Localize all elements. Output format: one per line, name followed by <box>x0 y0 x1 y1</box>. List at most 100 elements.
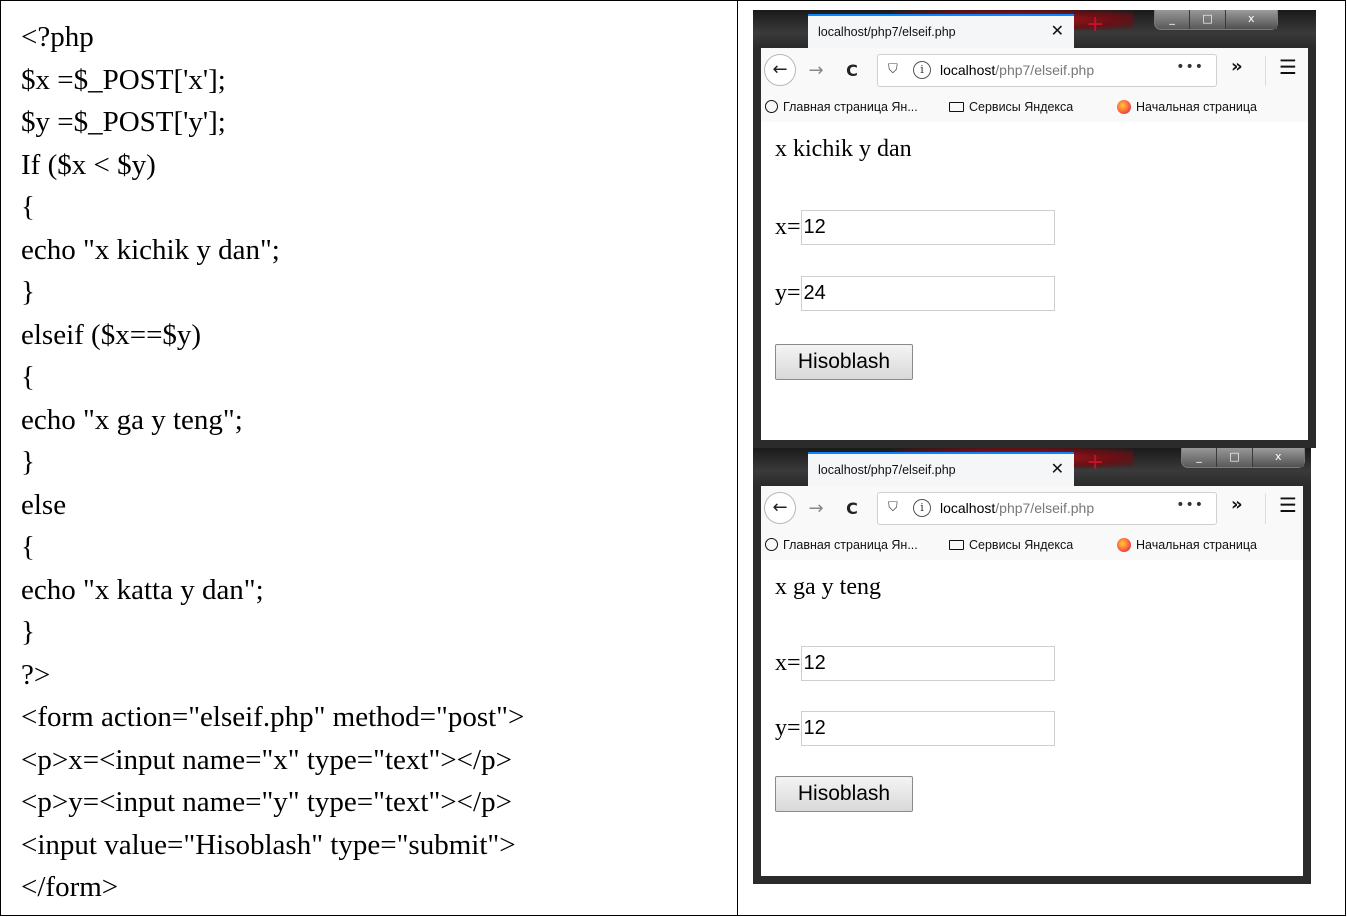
page-actions-icon[interactable]: ••• <box>1176 497 1204 513</box>
new-tab-icon[interactable]: + <box>1086 14 1104 36</box>
bookmark-yandex-home[interactable]: Главная страница Ян... <box>765 538 918 552</box>
code-line: echo "x kichik y dan"; <box>21 233 280 266</box>
info-icon[interactable]: i <box>913 61 931 79</box>
code-line: elseif ($x==$y) <box>21 318 202 351</box>
hisoblash-button[interactable]: Hisoblash <box>775 344 913 380</box>
bookmark-yandex-services[interactable]: Сервисы Яндекса <box>949 538 1073 552</box>
bookmark-label: Сервисы Яндекса <box>969 538 1074 552</box>
firefox-icon <box>1117 538 1131 552</box>
x-label: x= <box>775 650 801 676</box>
address-bar[interactable]: ⛉ i localhost/php7/elseif.php ••• <box>877 54 1217 87</box>
url-host: localhost <box>940 500 996 516</box>
code-line: $y =$_POST['y']; <box>21 106 226 138</box>
maximize-icon[interactable]: □ <box>1217 448 1253 467</box>
code-line: echo "x ga y teng"; <box>21 403 243 436</box>
browser-window-2: localhost/php7/elseif.php ✕ + _ □ x ← → … <box>753 448 1311 884</box>
bookmark-label: Начальная страница <box>1136 538 1257 552</box>
navigation-bar: ← → C ⛉ i localhost/php7/elseif.php ••• … <box>761 48 1308 95</box>
url-text: localhost/php7/elseif.php <box>940 62 1094 78</box>
bookmark-label: Главная страница Ян... <box>783 100 918 114</box>
url-text: localhost/php7/elseif.php <box>940 500 1094 516</box>
bookmark-yandex-home[interactable]: Главная страница Ян... <box>765 100 918 114</box>
hamburger-menu-icon[interactable]: ☰ <box>1279 493 1297 517</box>
back-arrow-icon[interactable]: ← <box>764 492 796 524</box>
overflow-chevron-icon[interactable]: » <box>1231 494 1243 515</box>
y-input[interactable]: 12 <box>800 711 1055 746</box>
code-line: } <box>21 616 35 648</box>
y-field-row: y= 12 <box>775 711 1055 746</box>
code-line: { <box>21 191 35 223</box>
y-label: y= <box>775 715 801 741</box>
shield-icon[interactable]: ⛉ <box>888 500 898 515</box>
page-content: x kichik y dan x= 12 y= 24 Hisoblash <box>761 122 1308 440</box>
page-actions-icon[interactable]: ••• <box>1176 59 1204 75</box>
url-path: /php7/elseif.php <box>995 62 1095 78</box>
close-window-icon[interactable]: x <box>1225 10 1277 29</box>
minimize-icon[interactable]: _ <box>1182 448 1218 467</box>
y-label: y= <box>775 280 801 306</box>
php-code-listing: <?php $x =$_POST['x']; $y =$_POST['y']; If … <box>21 16 731 909</box>
overflow-chevron-icon[interactable]: » <box>1231 56 1243 77</box>
toolbar-separator <box>1265 494 1266 524</box>
code-line: </form> <box>21 871 119 903</box>
browser-window-1: localhost/php7/elseif.php ✕ + _ □ x ← → … <box>753 10 1316 448</box>
page-content: x ga y teng x= 12 y= 12 Hisoblash <box>761 560 1303 876</box>
minimize-icon[interactable]: _ <box>1155 10 1191 29</box>
bookmark-label: Начальная страница <box>1136 100 1257 114</box>
code-line: <input value="Hisoblash" type="submit"> <box>21 828 516 861</box>
bookmark-start-page[interactable]: Начальная страница <box>1117 538 1257 552</box>
window-controls: _ □ x <box>1181 448 1305 468</box>
reload-icon[interactable]: C <box>837 494 867 524</box>
new-tab-icon[interactable]: + <box>1086 452 1104 474</box>
bookmarks-toolbar: Главная страница Ян... Сервисы Яндекса Н… <box>761 532 1303 561</box>
bookmark-label: Сервисы Яндекса <box>969 100 1074 114</box>
url-path: /php7/elseif.php <box>995 500 1095 516</box>
info-icon[interactable]: i <box>913 499 931 517</box>
browser-tab[interactable]: localhost/php7/elseif.php ✕ <box>808 452 1074 486</box>
title-bar: localhost/php7/elseif.php ✕ + _ □ x <box>753 448 1311 486</box>
code-line: { <box>21 531 35 563</box>
x-input[interactable]: 12 <box>800 210 1055 245</box>
bookmark-start-page[interactable]: Начальная страница <box>1117 100 1257 114</box>
x-input[interactable]: 12 <box>800 646 1055 681</box>
shield-icon[interactable]: ⛉ <box>888 62 898 77</box>
code-line: { <box>21 361 35 393</box>
forward-arrow-icon[interactable]: → <box>801 494 831 524</box>
reload-icon[interactable]: C <box>837 56 867 86</box>
code-line: } <box>21 446 35 478</box>
hamburger-menu-icon[interactable]: ☰ <box>1279 55 1297 79</box>
tab-close-icon[interactable]: ✕ <box>1051 459 1064 478</box>
bookmark-label: Главная страница Ян... <box>783 538 918 552</box>
bookmarks-toolbar: Главная страница Ян... Сервисы Яндекса Н… <box>761 94 1308 123</box>
hisoblash-button[interactable]: Hisoblash <box>775 776 913 812</box>
maximize-icon[interactable]: □ <box>1190 10 1226 29</box>
column-divider <box>737 0 738 916</box>
window-controls: _ □ x <box>1154 10 1278 30</box>
address-bar[interactable]: ⛉ i localhost/php7/elseif.php ••• <box>877 492 1217 525</box>
result-message: x ga y teng <box>775 574 881 600</box>
browser-tab[interactable]: localhost/php7/elseif.php ✕ <box>808 14 1074 48</box>
navigation-bar: ← → C ⛉ i localhost/php7/elseif.php ••• … <box>761 486 1303 533</box>
code-line: echo "x katta y dan"; <box>21 573 264 606</box>
folder-icon <box>949 540 964 550</box>
url-host: localhost <box>940 62 996 78</box>
code-line: else <box>21 488 67 521</box>
code-line: <p>x=<input name="x" type="text"></p> <box>21 743 512 776</box>
code-line: <p>y=<input name="y" type="text"></p> <box>21 786 512 818</box>
back-arrow-icon[interactable]: ← <box>764 54 796 86</box>
tab-close-icon[interactable]: ✕ <box>1051 21 1064 40</box>
toolbar-separator <box>1265 56 1266 86</box>
folder-icon <box>949 102 964 112</box>
code-line: <?php <box>21 21 94 53</box>
title-bar: localhost/php7/elseif.php ✕ + _ □ x <box>753 10 1316 48</box>
y-input[interactable]: 24 <box>800 276 1055 311</box>
x-field-row: x= 12 <box>775 210 1055 245</box>
x-label: x= <box>775 214 801 240</box>
bookmark-yandex-services[interactable]: Сервисы Яндекса <box>949 100 1073 114</box>
forward-arrow-icon[interactable]: → <box>801 56 831 86</box>
code-line: <form action="elseif.php" method="post"> <box>21 701 525 733</box>
code-line: $x =$_POST['x']; <box>21 63 226 96</box>
close-window-icon[interactable]: x <box>1252 448 1304 467</box>
code-line: If ($x < $y) <box>21 148 156 181</box>
code-line: ?> <box>21 658 51 691</box>
